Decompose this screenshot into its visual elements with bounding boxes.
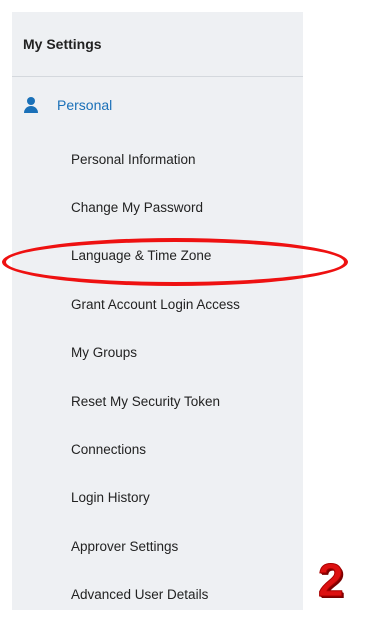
nav-item-reset-my-security-token[interactable]: Reset My Security Token <box>12 377 303 425</box>
sidebar-header: My Settings <box>12 12 303 77</box>
nav-item-connections[interactable]: Connections <box>12 425 303 473</box>
section-personal-label: Personal <box>57 97 113 113</box>
personal-items-list: Personal Information Change My Password … <box>12 135 303 619</box>
settings-sidebar: My Settings Personal Personal Informatio… <box>12 12 303 610</box>
step-number-badge: 2 <box>318 554 345 606</box>
nav-item-language-time-zone[interactable]: Language & Time Zone <box>12 232 303 280</box>
nav-item-advanced-user-details[interactable]: Advanced User Details <box>12 571 303 619</box>
nav-item-grant-account-login-access[interactable]: Grant Account Login Access <box>12 280 303 328</box>
nav-item-approver-settings[interactable]: Approver Settings <box>12 522 303 570</box>
nav-item-my-groups[interactable]: My Groups <box>12 329 303 377</box>
person-icon <box>23 97 39 113</box>
nav-item-login-history[interactable]: Login History <box>12 474 303 522</box>
nav-item-change-my-password[interactable]: Change My Password <box>12 183 303 231</box>
nav-item-personal-information[interactable]: Personal Information <box>12 135 303 183</box>
panel-title: My Settings <box>23 36 102 52</box>
section-personal[interactable]: Personal <box>12 77 303 133</box>
